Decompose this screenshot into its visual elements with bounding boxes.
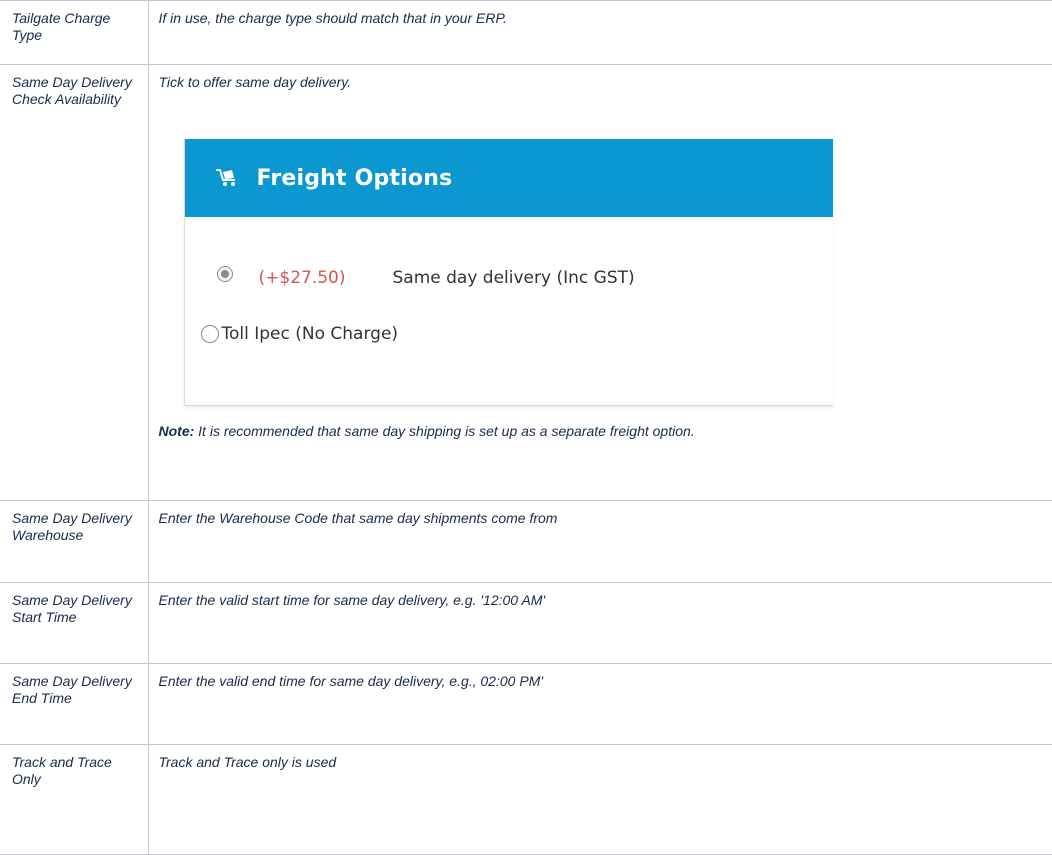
table-row: Same Day Delivery End Time Enter the val… [0,663,1052,745]
freight-option-label: Same day delivery (Inc GST) [392,267,635,288]
field-name-cell: Same Day Delivery Warehouse [0,500,149,583]
truck-icon [213,167,239,189]
field-name-cell: Same Day Delivery End Time [0,663,149,745]
note-label: Note: [158,423,195,439]
field-name-cell: Track and Trace Only [0,744,149,855]
freight-option-price: (+$27.50) [258,267,346,288]
field-description-cell: Enter the valid start time for same day … [147,582,1052,664]
radio-selected-icon[interactable] [216,266,233,282]
freight-options-screenshot: Freight Options (+$27.50) Same day deliv… [183,139,833,406]
table-row: Same Day Delivery Start Time Enter the v… [0,582,1052,664]
freight-option-same-day[interactable]: (+$27.50) Same day delivery (Inc GST) [215,265,833,291]
table-row: Same Day Delivery Check Availability Tic… [0,64,1052,501]
field-name-cell: Same Day Delivery Check Availability [0,64,149,501]
table-row: Track and Trace Only Track and Trace onl… [0,744,1052,855]
field-description-cell: Enter the Warehouse Code that same day s… [147,500,1052,583]
field-description-cell: If in use, the charge type should match … [147,0,1052,65]
freight-option-toll-ipec[interactable]: Toll Ipec (No Charge) [200,321,833,347]
table-row: Tailgate Charge Type If in use, the char… [0,0,1052,65]
field-name-cell: Same Day Delivery Start Time [0,582,149,664]
note-text: It is recommended that same day shipping… [194,423,695,439]
freight-option-label: Toll Ipec (No Charge) [221,323,399,344]
settings-table: Tailgate Charge Type If in use, the char… [0,0,1052,855]
freight-options-list: (+$27.50) Same day delivery (Inc GST) To… [185,217,833,347]
note-paragraph: Note: It is recommended that same day sh… [159,423,1044,440]
radio-unselected-icon[interactable] [200,325,219,343]
field-description-cell: Enter the valid end time for same day de… [147,663,1052,745]
field-description-text: Tick to offer same day delivery. [158,74,352,90]
freight-options-header: Freight Options [184,139,833,217]
freight-options-title: Freight Options [256,165,453,191]
field-description-cell: Tick to offer same day delivery. Freight… [147,64,1052,501]
table-row: Same Day Delivery Warehouse Enter the Wa… [0,500,1052,583]
field-name-cell: Tailgate Charge Type [0,0,149,65]
field-description-cell: Track and Trace only is used [147,744,1052,855]
